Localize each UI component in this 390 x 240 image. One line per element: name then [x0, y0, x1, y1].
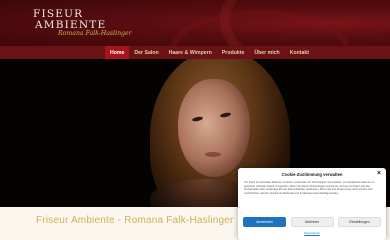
nav-item-home[interactable]: Home — [105, 46, 130, 59]
settings-button[interactable]: Einstellungen — [338, 217, 381, 227]
cookie-text: Um Ihnen ein optimales Erlebnis zu biete… — [244, 181, 375, 195]
main-navigation: Home Der Salon Haare & Wimpern Produkte Über… — [0, 46, 390, 59]
logo-subtitle: Romana Falk-Haslinger — [58, 30, 132, 37]
cookie-buttons: Annehmen Ablehnen Einstellungen — [243, 217, 381, 227]
nav-item-haare-wimpern[interactable]: Haare & Wimpern — [164, 46, 217, 59]
cookie-consent-dialog: Cookie-Zustimmung verwalten × Um Ihnen e… — [238, 168, 386, 240]
hero-lips — [205, 152, 221, 157]
nav-item-kontakt[interactable]: Kontakt — [285, 46, 314, 59]
nav-item-über-mich[interactable]: Über mich — [249, 46, 284, 59]
privacy-link[interactable]: Datenschutz — [238, 231, 386, 235]
nav-item-produkte[interactable]: Produkte — [217, 46, 249, 59]
site-logo[interactable]: FISEUR AMBIENTE — [33, 9, 106, 31]
nav-item-der-salon[interactable]: Der Salon — [129, 46, 163, 59]
deny-button[interactable]: Ablehnen — [290, 217, 334, 227]
hero-face — [178, 79, 250, 177]
close-icon[interactable]: × — [377, 170, 381, 178]
site-title: Friseur Ambiente - Romana Falk-Haslinger — [36, 215, 234, 226]
cookie-title: Cookie-Zustimmung verwalten — [281, 172, 343, 177]
accept-button[interactable]: Annehmen — [243, 217, 286, 227]
site-header: FISEUR AMBIENTE Romana Falk-Haslinger — [0, 0, 390, 46]
